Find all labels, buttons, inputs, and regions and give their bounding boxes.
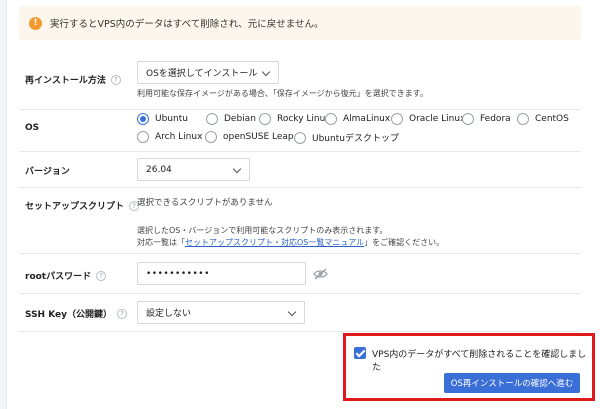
os-option-label: Ubuntu [155, 114, 188, 124]
confirm-checkbox[interactable] [354, 347, 366, 359]
os-radio-ubuntu-desktop[interactable]: Ubuntuデスクトップ [294, 131, 399, 144]
warning-alert: ! 実行するとVPS内のデータはすべて削除され、元に戻せません。 [19, 6, 581, 40]
os-option-label: AlmaLinux [343, 114, 391, 124]
ssh-key-select[interactable]: 設定しない [137, 301, 305, 324]
help-icon[interactable]: ? [117, 308, 128, 319]
chevron-down-icon [261, 67, 271, 77]
setup-script-label-text: セットアップスクリプト [25, 202, 125, 212]
radio-icon [462, 113, 474, 125]
help-icon[interactable]: ? [96, 270, 107, 281]
os-radio-almalinux[interactable]: AlmaLinux [325, 113, 390, 125]
os-option-label: CentOS [535, 114, 569, 124]
alert-text: 実行するとVPS内のデータはすべて削除され、元に戻せません。 [50, 19, 324, 30]
os-label: OS [25, 123, 40, 133]
radio-icon [137, 131, 149, 143]
reinstall-method-row: 再インストール方法 ? OSを選択してインストール 利用可能な保存イメージがある… [19, 52, 581, 110]
setup-script-label: セットアップスクリプト ? [25, 199, 140, 212]
proceed-to-confirm-button[interactable]: OS再インストールの確認へ進む [444, 373, 580, 393]
os-row: OS Ubuntu Debian Rocky Linux AlmaLinux O… [19, 110, 581, 152]
version-label: バージョン [25, 167, 70, 177]
root-password-input[interactable]: ••••••••••• [137, 262, 306, 285]
setup-script-row: セットアップスクリプト ? 選択できるスクリプトがありません 選択したOS・バー… [19, 188, 581, 254]
reinstall-method-label: 再インストール方法 ? [25, 73, 121, 86]
setup-script-value: 選択できるスクリプトがありません [137, 198, 273, 208]
os-radio-debian[interactable]: Debian [206, 113, 256, 125]
warning-icon: ! [29, 16, 42, 30]
version-select[interactable]: 26.04 [137, 158, 250, 181]
os-radio-rocky-linux[interactable]: Rocky Linux [259, 113, 331, 125]
setup-script-hint-line2: 対応一覧は「セットアップスクリプト・対応OS一覧マニュアル」をご確認ください。 [137, 236, 444, 250]
os-option-label: Oracle Linux [409, 114, 466, 124]
chevron-down-icon [232, 164, 242, 174]
os-option-label: openSUSE Leap [223, 132, 294, 142]
radio-icon [517, 113, 529, 125]
ssh-key-label-text: SSH Key（公開鍵） [25, 310, 113, 320]
radio-icon [259, 113, 271, 125]
radio-icon [391, 113, 403, 125]
eye-slash-icon[interactable] [313, 268, 328, 280]
setup-script-manual-link[interactable]: セットアップスクリプト・対応OS一覧マニュアル [185, 238, 364, 247]
os-option-label: Fedora [480, 114, 511, 124]
os-radio-centos[interactable]: CentOS [517, 113, 569, 125]
ssh-key-label: SSH Key（公開鍵） ? [25, 307, 128, 320]
ssh-key-row: SSH Key（公開鍵） ? 設定しない [19, 294, 581, 332]
confirm-checkbox-label[interactable]: VPS内のデータがすべて削除されることを確認しました [372, 347, 592, 373]
os-radio-ubuntu[interactable]: Ubuntu [137, 113, 188, 125]
os-radio-arch-linux[interactable]: Arch Linux [137, 131, 202, 143]
radio-icon [325, 113, 337, 125]
root-password-label: rootパスワード ? [25, 269, 107, 282]
os-option-label: Ubuntuデスクトップ [312, 134, 399, 144]
os-radio-opensuse-leap[interactable]: openSUSE Leap [205, 131, 294, 143]
os-option-label: Debian [224, 114, 256, 124]
root-password-label-text: rootパスワード [25, 272, 92, 282]
version-row: バージョン 26.04 [19, 152, 581, 188]
radio-icon [205, 131, 217, 143]
reinstall-method-select[interactable]: OSを選択してインストール [137, 61, 279, 84]
ssh-key-value: 設定しない [146, 309, 192, 319]
chevron-down-icon [287, 307, 297, 317]
root-password-row: rootパスワード ? ••••••••••• [19, 254, 581, 294]
radio-icon [294, 131, 306, 144]
radio-selected-icon [137, 113, 149, 125]
radio-icon [206, 113, 218, 125]
os-radio-fedora[interactable]: Fedora [462, 113, 511, 125]
confirm-section: VPS内のデータがすべて削除されることを確認しました OS再インストールの確認へ… [343, 333, 595, 401]
reinstall-method-label-text: 再インストール方法 [25, 76, 106, 86]
hint-suffix: 」をご確認ください。 [364, 238, 445, 247]
help-icon[interactable]: ? [110, 74, 121, 85]
reinstall-method-value: OSを選択してインストール [146, 69, 258, 79]
os-option-label: Rocky Linux [277, 114, 331, 124]
reinstall-method-hint: 利用可能な保存イメージがある場合、「保存イメージから復元」を選択できます。 [137, 89, 428, 98]
os-radio-oracle-linux[interactable]: Oracle Linux [391, 113, 465, 125]
version-value: 26.04 [146, 164, 172, 175]
hint-prefix: 対応一覧は「 [137, 238, 185, 247]
os-option-label: Arch Linux [155, 132, 203, 142]
